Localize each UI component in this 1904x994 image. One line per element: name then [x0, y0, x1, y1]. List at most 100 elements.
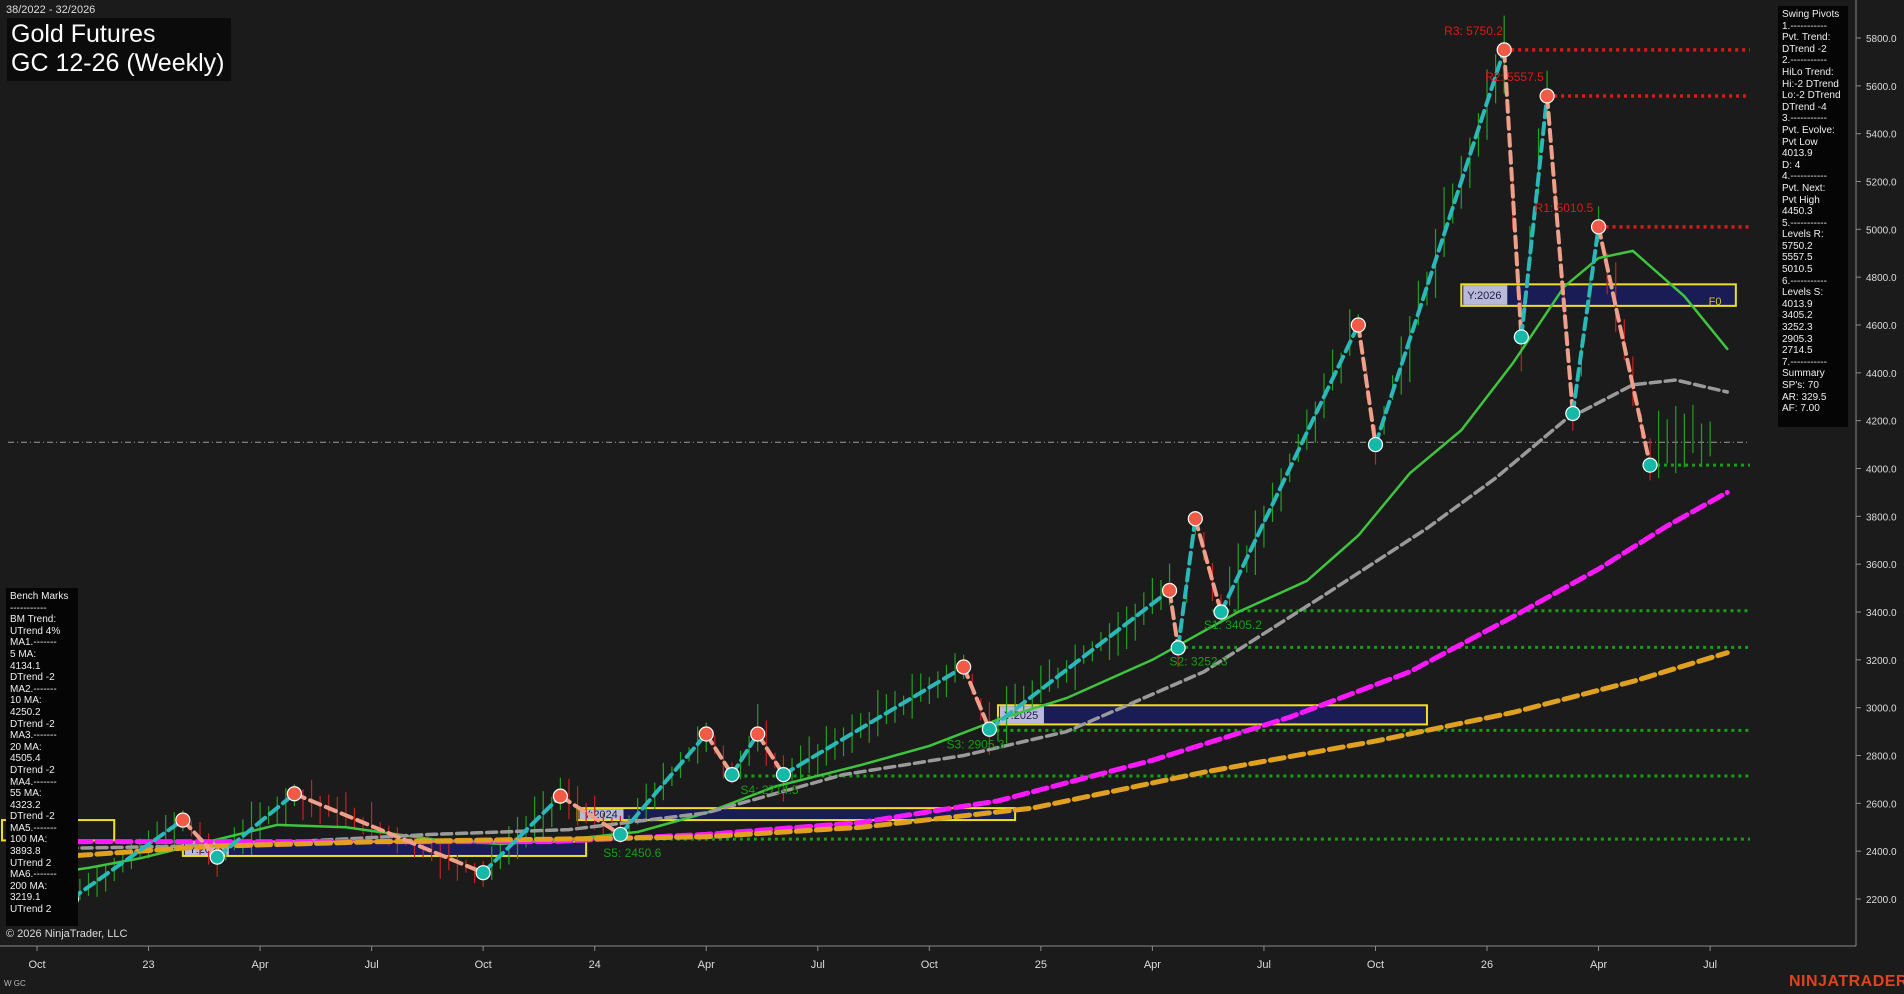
y-tick-label: 4600.0 — [1866, 321, 1897, 332]
swing-low-marker — [775, 767, 792, 783]
bench-marks-panel-line: BM Trend: — [10, 614, 57, 626]
x-tick-label: Jul — [811, 959, 825, 971]
bench-marks-panel-line: 4323.2 — [10, 799, 41, 811]
swing-high-marker — [1350, 317, 1366, 333]
y-tick-label: 5000.0 — [1866, 225, 1897, 236]
y-tick-label: 3800.0 — [1866, 512, 1897, 523]
copyright-text: © 2026 NinjaTrader, LLC — [6, 928, 128, 940]
x-tick-label: Oct — [921, 959, 938, 971]
bench-marks-panel-line: MA5.------- — [10, 822, 57, 834]
bench-marks-panel-line: DTrend -2 — [10, 672, 55, 684]
swing-pivots-panel-line: 4.----------- — [1782, 171, 1827, 183]
swing-pivots-panel-line: Hi:-2 DTrend — [1782, 78, 1839, 90]
contract-name: GC 12-26 (Weekly) — [11, 49, 225, 77]
yearly-box-extra-label: F0 — [1709, 296, 1722, 308]
swing-low-marker — [1565, 405, 1581, 422]
swing-low-marker — [1642, 457, 1658, 473]
x-tick-label: Apr — [252, 959, 269, 971]
swing-pivots-panel-line: 3405.2 — [1782, 310, 1813, 322]
swing-high-marker — [698, 726, 714, 742]
bench-marks-panel-line: UTrend 2 — [10, 904, 52, 916]
yearly-box-label: Y:2026 — [1467, 290, 1501, 302]
x-tick-label: Jul — [1257, 959, 1271, 971]
resistance-level-label: R2: 5557.5 — [1485, 70, 1544, 84]
swing-high-marker — [750, 726, 766, 742]
bench-marks-panel-line: 20 MA: — [10, 741, 42, 753]
instrument-name: Gold Futures — [11, 20, 156, 48]
swing-high-marker — [1187, 511, 1203, 527]
swing-pivots-panel-line: 1.----------- — [1782, 20, 1827, 32]
swing-low-marker — [1170, 640, 1186, 656]
x-tick-label: Oct — [475, 959, 492, 971]
y-tick-label: 4800.0 — [1866, 273, 1897, 284]
swing-high-marker — [1496, 42, 1512, 58]
bench-marks-panel-line: DTrend -2 — [10, 811, 55, 823]
swing-pivots-panel-line: Pvt Low — [1782, 136, 1818, 148]
price-chart[interactable]: 2200.0 2400.0 2600.0 2800.0 3000.0 3200.0 3400… — [0, 0, 1904, 994]
support-level-label: S2: 3252.3 — [1170, 654, 1228, 668]
bench-marks-panel-line: UTrend 2 — [10, 857, 52, 869]
y-tick-label: 5600.0 — [1866, 82, 1897, 93]
swing-pivots-panel-line: Pvt. Next: — [1782, 182, 1826, 194]
bench-marks-panel-line: DTrend -2 — [10, 764, 55, 776]
bench-marks-panel-line: MA2.------- — [10, 683, 57, 695]
bench-marks-panel-line: MA4.------- — [10, 776, 57, 788]
x-tick-label: Oct — [28, 959, 45, 971]
y-tick-label: 4000.0 — [1866, 465, 1897, 476]
swing-high-marker — [552, 788, 568, 804]
swing-pivots-panel-line: Levels S: — [1782, 287, 1824, 299]
swing-pivots-panel-line: Pvt. Evolve: — [1782, 124, 1835, 136]
swing-pivots-panel-line: DTrend -2 — [1782, 43, 1827, 55]
y-tick-label: 5200.0 — [1866, 178, 1897, 189]
swing-pivots-panel-line: 2905.3 — [1782, 333, 1813, 345]
swing-low-marker — [209, 849, 225, 865]
swing-low-marker — [724, 767, 740, 783]
yearly-range-box — [996, 704, 1428, 726]
y-tick-label: 4200.0 — [1866, 417, 1897, 428]
y-tick-label: 3000.0 — [1866, 704, 1897, 715]
swing-high-marker — [1161, 582, 1178, 599]
swing-pivots-panel-line: 7.----------- — [1782, 356, 1827, 368]
swing-pivots-panel-line: Lo:-2 DTrend — [1782, 90, 1841, 102]
swing-pivots-panel-line: 4013.9 — [1782, 148, 1813, 160]
swing-pivots-panel-line: Levels R: — [1782, 229, 1824, 241]
bench-marks-panel-line: 200 MA: — [10, 880, 48, 892]
swing-pivots-panel-line: Swing Pivots — [1782, 9, 1840, 20]
swing-pivots-panel-line: Pvt High — [1782, 194, 1820, 206]
swing-high-marker — [956, 659, 972, 675]
bench-marks-panel: Bench Marks ----------- BM Trend: UTrend 4%… — [6, 588, 78, 926]
bench-marks-panel-line: 10 MA: — [10, 695, 42, 707]
swing-pivots-panel-line: 5557.5 — [1782, 252, 1813, 264]
bench-marks-panel-line: ----------- — [10, 602, 47, 614]
swing-pivots-panel-line: 5010.5 — [1782, 264, 1813, 276]
bench-marks-panel-line: 55 MA: — [10, 788, 42, 800]
x-tick-label: 26 — [1481, 959, 1493, 971]
swing-high-marker — [286, 786, 302, 802]
y-tick-label: 5400.0 — [1866, 130, 1897, 141]
x-tick-label: Jul — [1703, 959, 1717, 971]
swing-low-marker — [612, 826, 629, 843]
bench-marks-panel-line: MA3.------- — [10, 730, 57, 742]
bench-marks-panel-line: MA1.------- — [10, 637, 57, 649]
swing-low-marker — [1367, 436, 1384, 453]
swing-high-marker — [1590, 219, 1607, 235]
x-tick-label: 25 — [1035, 959, 1047, 971]
x-tick-label: Apr — [1144, 959, 1161, 971]
swing-pivots-panel-line: 2714.5 — [1782, 345, 1813, 357]
x-tick-label: Oct — [1367, 959, 1384, 971]
swing-pivots-panel-line: AF: 7.00 — [1782, 403, 1820, 415]
brand-logo: NINJATRADER — [1789, 973, 1904, 990]
swing-pivots-panel-line: 5.----------- — [1782, 217, 1827, 229]
y-tick-label: 4400.0 — [1866, 369, 1897, 380]
bench-marks-panel-line: DTrend -2 — [10, 718, 55, 730]
swing-pivots-panel: Swing Pivots 1.----------- Pvt. Trend: DTre… — [1778, 6, 1848, 427]
bench-marks-panel-line: 100 MA: — [10, 834, 48, 846]
resistance-level-label: R1: 5010.5 — [1535, 201, 1594, 215]
swing-pivots-panel-line: Pvt. Trend: — [1782, 32, 1831, 44]
bench-marks-panel-line: 4250.2 — [10, 706, 41, 718]
swing-pivots-panel-line: HiLo Trend: — [1782, 66, 1834, 78]
bench-marks-panel-line: 4505.4 — [10, 753, 41, 765]
swing-low-marker — [981, 721, 997, 737]
x-tick-label: Apr — [698, 959, 715, 971]
bench-marks-panel-line: UTrend 4% — [10, 625, 61, 637]
